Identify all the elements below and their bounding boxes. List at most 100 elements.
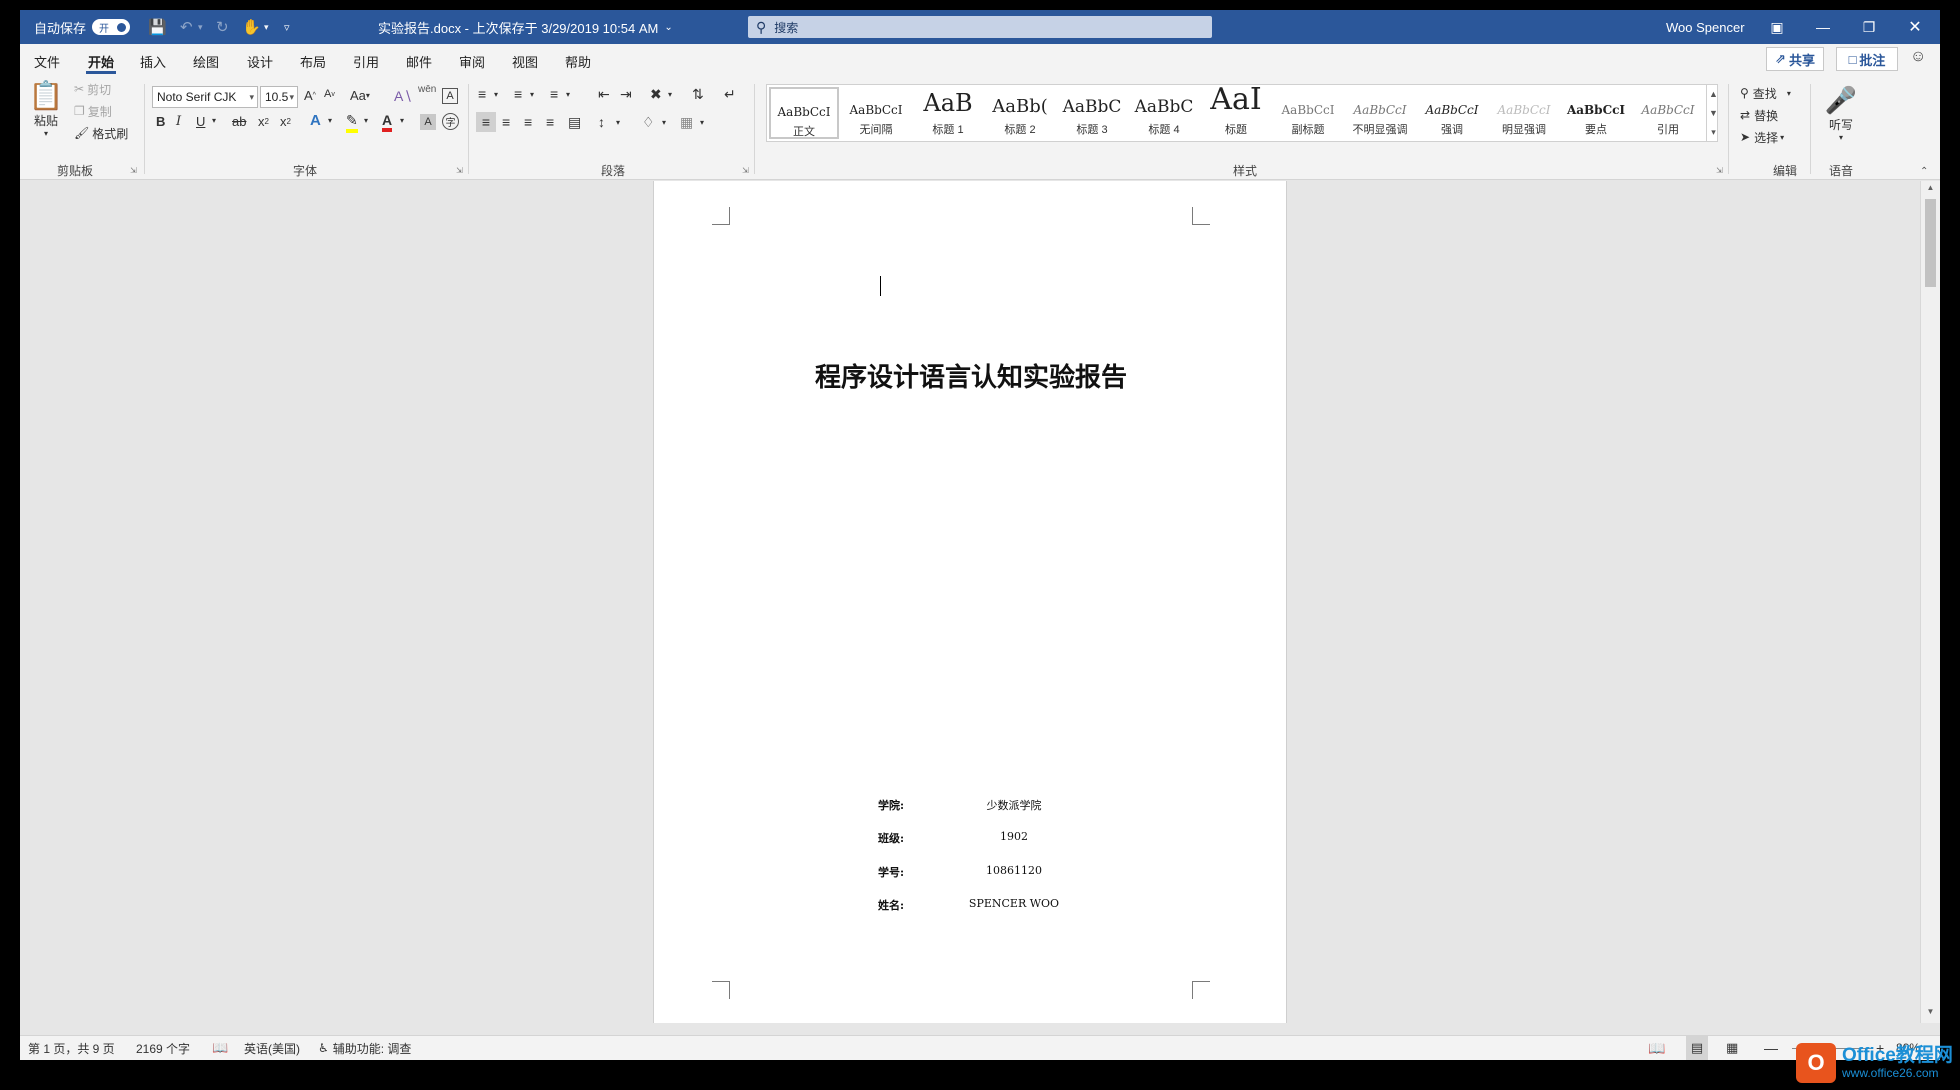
minimize-icon[interactable]: —: [1800, 10, 1846, 44]
increase-indent-icon[interactable]: ⇥: [620, 86, 632, 103]
style-heading-3[interactable]: AaBbC 标题 3: [1057, 87, 1127, 139]
highlight-icon[interactable]: ✎: [346, 112, 358, 133]
distributed-icon[interactable]: ▤: [568, 114, 581, 131]
style-quote[interactable]: AaBbCcI 引用: [1633, 87, 1703, 139]
search-box[interactable]: ⚲ 搜索: [748, 16, 1212, 38]
font-name-combo[interactable]: Noto Serif CJK ▾: [152, 86, 258, 108]
sort-icon[interactable]: ⇅: [692, 86, 704, 103]
word-count[interactable]: 2169 个字: [136, 1036, 190, 1060]
scroll-up-icon[interactable]: ▲: [1921, 183, 1940, 192]
customize-qat-icon[interactable]: ▿: [284, 10, 290, 44]
save-icon[interactable]: 💾: [148, 10, 167, 44]
multilevel-list-icon[interactable]: ≡: [550, 86, 558, 102]
read-mode-icon[interactable]: 📖: [1648, 1036, 1665, 1060]
phonetic-guide-icon[interactable]: wēn: [418, 84, 436, 95]
bullets-icon[interactable]: ≡: [478, 86, 486, 102]
subscript-icon[interactable]: x2: [258, 114, 269, 129]
clipboard-launcher-icon[interactable]: ⇲: [130, 166, 137, 175]
style-emphasis[interactable]: AaBbCcI 强调: [1417, 87, 1487, 139]
tab-insert[interactable]: 插入: [140, 44, 166, 78]
vertical-scrollbar[interactable]: ▲ ▼: [1920, 181, 1940, 1023]
proofing-icon[interactable]: 📖: [212, 1036, 228, 1060]
scroll-down-icon[interactable]: ▼: [1921, 1007, 1940, 1016]
comments-button[interactable]: □ 批注: [1836, 47, 1898, 71]
text-effects-icon[interactable]: A: [310, 112, 321, 129]
tab-help[interactable]: 帮助: [565, 44, 591, 78]
align-left-icon[interactable]: ≡: [476, 112, 496, 132]
style-normal[interactable]: AaBbCcI 正文: [769, 87, 839, 139]
autosave-toggle[interactable]: 开: [92, 19, 131, 35]
tab-review[interactable]: 审阅: [459, 44, 485, 78]
strikethrough-icon[interactable]: ab: [232, 114, 246, 129]
title-dropdown-icon[interactable]: ⌄: [664, 22, 672, 33]
tab-home[interactable]: 开始: [85, 44, 117, 78]
styles-launcher-icon[interactable]: ⇲: [1716, 166, 1723, 175]
chevron-up-icon[interactable]: ▲: [1709, 89, 1718, 99]
page-count[interactable]: 第 1 页，共 9 页: [28, 1036, 115, 1060]
align-right-icon[interactable]: ≡: [524, 114, 532, 130]
document-title-heading[interactable]: 程序设计语言认知实验报告: [654, 357, 1288, 394]
undo-icon[interactable]: ↶: [180, 10, 193, 44]
info-row-student-id[interactable]: 学号: 10861120: [654, 864, 1288, 884]
paste-button[interactable]: 📋 粘贴 ▾: [28, 78, 64, 138]
user-name[interactable]: Woo Spencer: [1666, 10, 1745, 44]
style-subtle-emphasis[interactable]: AaBbCcI 不明显强调: [1345, 87, 1415, 139]
web-layout-icon[interactable]: ▦: [1726, 1036, 1738, 1060]
decrease-indent-icon[interactable]: ⇤: [598, 86, 610, 103]
info-row-name[interactable]: 姓名: SPENCER WOO: [654, 897, 1288, 917]
enclose-characters-icon[interactable]: 字: [442, 113, 459, 130]
language-indicator[interactable]: 英语(美国): [244, 1036, 300, 1060]
restore-icon[interactable]: ❐: [1846, 10, 1892, 44]
underline-dropdown-icon[interactable]: ▾: [212, 116, 216, 125]
copy-button[interactable]: ❐ 复制: [74, 102, 112, 120]
style-strong[interactable]: AaBbCcI 要点: [1561, 87, 1631, 139]
underline-icon[interactable]: U: [196, 114, 205, 129]
collapse-ribbon-icon[interactable]: ⌃: [1920, 166, 1928, 177]
format-painter-button[interactable]: 🖌 格式刷: [74, 124, 128, 142]
tab-mailings[interactable]: 邮件: [406, 44, 432, 78]
paragraph-launcher-icon[interactable]: ⇲: [742, 166, 749, 175]
document-page[interactable]: 程序设计语言认知实验报告 学院: 少数派学院 班级: 1902 学号: 1086112…: [653, 181, 1287, 1023]
italic-icon[interactable]: I: [176, 114, 181, 129]
chevron-down-icon[interactable]: ▼: [1709, 108, 1718, 118]
character-shading-icon[interactable]: A: [420, 114, 436, 130]
tab-design[interactable]: 设计: [247, 44, 273, 78]
font-launcher-icon[interactable]: ⇲: [456, 166, 463, 175]
scroll-thumb[interactable]: [1925, 199, 1936, 287]
bold-icon[interactable]: B: [156, 114, 165, 129]
line-spacing-icon[interactable]: ↕: [598, 114, 605, 130]
borders-icon[interactable]: ▦: [680, 114, 693, 131]
tab-layout[interactable]: 布局: [300, 44, 326, 78]
accessibility-button[interactable]: ♿ 辅助功能: 调查: [318, 1036, 411, 1060]
grow-font-icon[interactable]: A ^: [304, 88, 316, 103]
replace-button[interactable]: ⇄ 替换: [1740, 106, 1778, 124]
find-button[interactable]: ⚲ 查找 ▾: [1740, 84, 1791, 102]
chevron-down-icon[interactable]: ▾: [566, 90, 570, 99]
tab-references[interactable]: 引用: [353, 44, 379, 78]
align-center-icon[interactable]: ≡: [502, 114, 510, 130]
styles-scroll[interactable]: ▲ ▼ ▾: [1706, 84, 1720, 142]
touch-mode-icon[interactable]: ✋: [242, 10, 261, 44]
tab-view[interactable]: 视图: [512, 44, 538, 78]
undo-dropdown-icon[interactable]: ▾: [198, 10, 203, 44]
more-styles-icon[interactable]: ▾: [1711, 127, 1716, 138]
font-size-combo[interactable]: 10.5 ▾: [260, 86, 298, 108]
style-title[interactable]: AaI 标题: [1201, 87, 1271, 139]
style-intense-emphasis[interactable]: AaBbCcI 明显强调: [1489, 87, 1559, 139]
select-button[interactable]: ➤ 选择 ▾: [1740, 128, 1784, 146]
share-button[interactable]: ⇗ 共享: [1766, 47, 1824, 71]
info-row-college[interactable]: 学院: 少数派学院: [654, 797, 1288, 817]
chevron-down-icon[interactable]: ▾: [328, 116, 332, 125]
redo-icon[interactable]: ↻: [216, 10, 229, 44]
autosave-group[interactable]: 自动保存 开: [34, 10, 131, 44]
touch-dropdown-icon[interactable]: ▾: [264, 10, 269, 44]
style-heading-4[interactable]: AaBbC 标题 4: [1129, 87, 1199, 139]
ribbon-display-icon[interactable]: ▣: [1754, 10, 1800, 44]
change-case-button[interactable]: Aa ▾: [350, 88, 370, 103]
style-no-spacing[interactable]: AaBbCcI 无间隔: [841, 87, 911, 139]
style-heading-2[interactable]: AaBb(标题 2: [985, 87, 1055, 139]
cut-button[interactable]: ✂ 剪切: [74, 80, 111, 98]
character-border-icon[interactable]: A: [442, 88, 458, 104]
chevron-down-icon[interactable]: ▾: [364, 116, 368, 125]
superscript-icon[interactable]: x2: [280, 114, 291, 129]
